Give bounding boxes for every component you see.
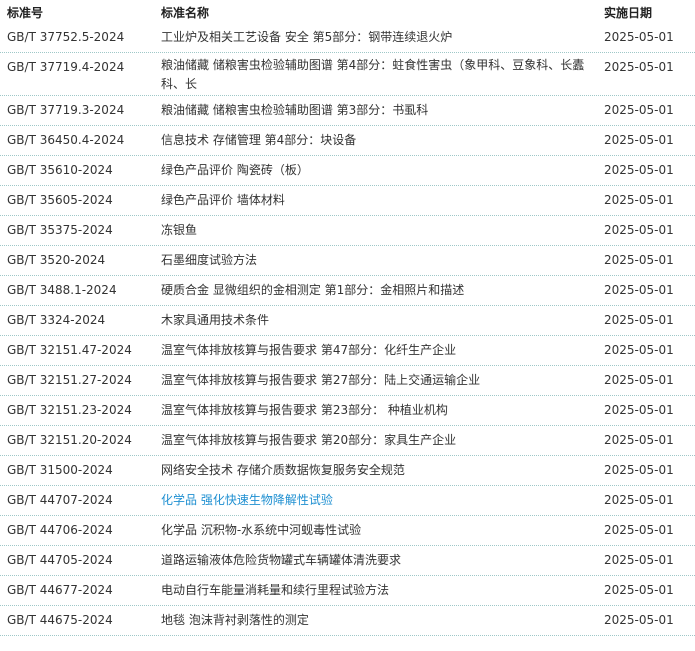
standard-code: GB/T 44706-2024 [7,523,113,537]
implementation-date: 2025-05-01 [604,163,674,177]
implementation-date: 2025-05-01 [604,373,674,387]
standard-name-link[interactable]: 电动自行车能量消耗量和续行里程试验方法 [161,582,586,598]
standard-name-link[interactable]: 温室气体排放核算与报告要求 第47部分：化纤生产企业 [161,342,586,358]
implementation-date: 2025-05-01 [604,553,674,567]
standard-code: GB/T 32151.23-2024 [7,403,132,417]
implementation-date: 2025-05-01 [604,523,674,537]
implementation-date: 2025-05-01 [604,283,674,297]
implementation-date: 2025-05-01 [604,403,674,417]
standard-code: GB/T 37752.5-2024 [7,30,125,44]
standard-code: GB/T 44675-2024 [7,613,113,627]
implementation-date: 2025-05-01 [604,463,674,477]
table-row: GB/T 3324-2024 木家具通用技术条件 2025-05-01 [0,306,695,336]
table-row: GB/T 37752.5-2024 工业炉及相关工艺设备 安全 第5部分：钢带连… [0,23,695,53]
standard-name-link[interactable]: 网络安全技术 存储介质数据恢复服务安全规范 [161,462,586,478]
implementation-date: 2025-05-01 [604,343,674,357]
implementation-date: 2025-05-01 [604,253,674,267]
standard-name-link[interactable]: 石墨细度试验方法 [161,252,586,268]
standard-code: GB/T 3324-2024 [7,313,106,327]
header-date: 实施日期 [604,6,653,20]
standard-name-link[interactable]: 绿色产品评价 陶瓷砖（板） [161,162,586,178]
table-row: GB/T 44707-2024 化学品 强化快速生物降解性试验 2025-05-… [0,486,695,516]
standard-code: GB/T 35610-2024 [7,163,113,177]
table-header: 标准号 标准名称 实施日期 [0,0,695,23]
implementation-date: 2025-05-01 [604,193,674,207]
table-row: GB/T 37719.3-2024 粮油储藏 储粮害虫检验辅助图谱 第3部分：书… [0,96,695,126]
implementation-date: 2025-05-01 [604,30,674,44]
table-row: GB/T 44675-2024 地毯 泡沫背衬剥落性的测定 2025-05-01 [0,606,695,636]
table-row: GB/T 32151.47-2024 温室气体排放核算与报告要求 第47部分：化… [0,336,695,366]
standard-code: GB/T 32151.27-2024 [7,373,132,387]
standard-name-link[interactable]: 冻银鱼 [161,222,586,238]
implementation-date: 2025-05-01 [604,313,674,327]
implementation-date: 2025-05-01 [604,223,674,237]
table-row: GB/T 3520-2024 石墨细度试验方法 2025-05-01 [0,246,695,276]
standard-code: GB/T 32151.47-2024 [7,343,132,357]
implementation-date: 2025-05-01 [604,613,674,627]
standard-code: GB/T 44677-2024 [7,583,113,597]
implementation-date: 2025-05-01 [604,60,674,74]
implementation-date: 2025-05-01 [604,583,674,597]
standard-code: GB/T 44707-2024 [7,493,113,507]
standard-name-link[interactable]: 绿色产品评价 墙体材料 [161,192,586,208]
table-row: GB/T 31500-2024 网络安全技术 存储介质数据恢复服务安全规范 20… [0,456,695,486]
standard-code: GB/T 35375-2024 [7,223,113,237]
standard-code: GB/T 37719.3-2024 [7,103,125,117]
standard-name-link[interactable]: 温室气体排放核算与报告要求 第23部分： 种植业机构 [161,402,586,418]
standard-code: GB/T 35605-2024 [7,193,113,207]
table-row: GB/T 32151.23-2024 温室气体排放核算与报告要求 第23部分： … [0,396,695,426]
standards-table: 标准号 标准名称 实施日期 GB/T 37752.5-2024 工业炉及相关工艺… [0,0,695,636]
table-row: GB/T 32151.20-2024 温室气体排放核算与报告要求 第20部分：家… [0,426,695,456]
implementation-date: 2025-05-01 [604,133,674,147]
table-row: GB/T 37719.4-2024 粮油储藏 储粮害虫检验辅助图谱 第4部分：蛀… [0,53,695,96]
standard-code: GB/T 32151.20-2024 [7,433,132,447]
standard-code: GB/T 36450.4-2024 [7,133,125,147]
standard-name-link[interactable]: 信息技术 存储管理 第4部分：块设备 [161,132,586,148]
standard-name-link[interactable]: 道路运输液体危险货物罐式车辆罐体清洗要求 [161,552,586,568]
standard-name-link[interactable]: 温室气体排放核算与报告要求 第27部分：陆上交通运输企业 [161,372,586,388]
standard-name-link[interactable]: 木家具通用技术条件 [161,312,586,328]
header-name: 标准名称 [161,6,210,20]
standard-name-link[interactable]: 硬质合金 显微组织的金相测定 第1部分：金相照片和描述 [161,282,586,298]
table-row: GB/T 44705-2024 道路运输液体危险货物罐式车辆罐体清洗要求 202… [0,546,695,576]
standard-code: GB/T 31500-2024 [7,463,113,477]
table-row: GB/T 3488.1-2024 硬质合金 显微组织的金相测定 第1部分：金相照… [0,276,695,306]
standard-name-link-highlighted[interactable]: 化学品 强化快速生物降解性试验 [161,492,586,508]
standard-name-link[interactable]: 地毯 泡沫背衬剥落性的测定 [161,612,586,628]
standard-code: GB/T 3520-2024 [7,253,106,267]
standard-code: GB/T 37719.4-2024 [7,60,125,74]
header-code: 标准号 [7,6,44,20]
standard-name-link[interactable]: 化学品 沉积物-水系统中河蚬毒性试验 [161,522,586,538]
table-row: GB/T 36450.4-2024 信息技术 存储管理 第4部分：块设备 202… [0,126,695,156]
standard-name-link[interactable]: 温室气体排放核算与报告要求 第20部分：家具生产企业 [161,432,586,448]
standard-name-link[interactable]: 粮油储藏 储粮害虫检验辅助图谱 第3部分：书虱科 [161,102,586,118]
implementation-date: 2025-05-01 [604,103,674,117]
table-row: GB/T 44706-2024 化学品 沉积物-水系统中河蚬毒性试验 2025-… [0,516,695,546]
implementation-date: 2025-05-01 [604,493,674,507]
table-row: GB/T 35610-2024 绿色产品评价 陶瓷砖（板） 2025-05-01 [0,156,695,186]
table-row: GB/T 44677-2024 电动自行车能量消耗量和续行里程试验方法 2025… [0,576,695,606]
table-row: GB/T 35375-2024 冻银鱼 2025-05-01 [0,216,695,246]
table-row: GB/T 32151.27-2024 温室气体排放核算与报告要求 第27部分：陆… [0,366,695,396]
standard-name-link[interactable]: 工业炉及相关工艺设备 安全 第5部分：钢带连续退火炉 [161,29,586,45]
standard-code: GB/T 44705-2024 [7,553,113,567]
standard-code: GB/T 3488.1-2024 [7,283,117,297]
table-row: GB/T 35605-2024 绿色产品评价 墙体材料 2025-05-01 [0,186,695,216]
standard-name-link[interactable]: 粮油储藏 储粮害虫检验辅助图谱 第4部分：蛀食性害虫（象甲科、豆象科、长蠹科、长 [161,56,586,94]
implementation-date: 2025-05-01 [604,433,674,447]
